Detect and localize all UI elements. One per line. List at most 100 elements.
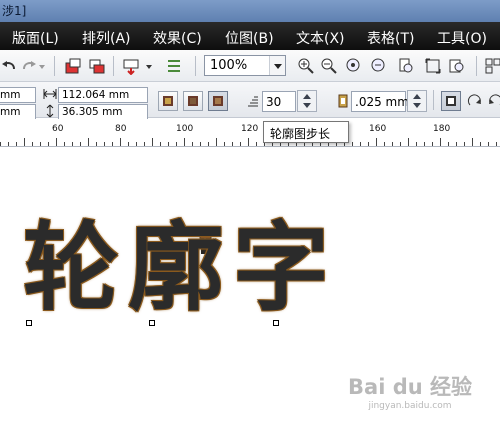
ruler-tick bbox=[480, 142, 481, 146]
contour-offset-stepper[interactable] bbox=[407, 90, 427, 112]
horizontal-ruler[interactable]: 60 80 100 120 140 160 180 bbox=[0, 119, 500, 147]
contour-to-center-button[interactable] bbox=[158, 91, 178, 111]
toolbar-separator bbox=[476, 56, 477, 76]
tooltip-text: 轮廓图步长 bbox=[270, 127, 331, 141]
zoom-selected-icon[interactable] bbox=[345, 57, 363, 75]
zoom-in-icon[interactable] bbox=[297, 57, 315, 75]
height-arrow-icon bbox=[46, 104, 54, 118]
ruler-label: 60 bbox=[52, 124, 64, 134]
ruler-tick bbox=[104, 142, 105, 146]
toolbar-separator bbox=[54, 56, 55, 76]
contour-outside-button[interactable] bbox=[208, 91, 228, 111]
ruler-tick bbox=[472, 138, 473, 146]
property-bar: mm mm 112.064 mm 36.305 mm 30 .025 mm bbox=[0, 82, 500, 120]
ruler-tick bbox=[464, 142, 465, 146]
watermark-url: jingyan.baidu.com bbox=[368, 401, 452, 411]
ruler-tick bbox=[16, 142, 17, 146]
ruler-tick bbox=[424, 142, 425, 146]
app-launcher-icon[interactable] bbox=[484, 57, 500, 75]
ruler-tick bbox=[352, 142, 353, 146]
contour-steps-field[interactable]: 30 bbox=[262, 91, 296, 112]
menu-text[interactable]: 文本(X) bbox=[296, 28, 345, 48]
ruler-tick bbox=[96, 142, 97, 146]
drawing-canvas[interactable]: 轮廓字 Bai du 经验 jingyan.baidu.com bbox=[0, 148, 500, 421]
menu-arrange[interactable]: 排列(A) bbox=[82, 28, 131, 48]
zoom-level-select[interactable]: 100% bbox=[204, 55, 286, 76]
ruler-tick bbox=[488, 142, 489, 146]
ruler-tick bbox=[216, 138, 217, 146]
ruler-tick bbox=[240, 142, 241, 146]
ruler-tick bbox=[80, 142, 81, 146]
ruler-tick bbox=[56, 138, 57, 146]
ruler-tick bbox=[376, 138, 377, 146]
import-icon[interactable] bbox=[64, 57, 82, 75]
ruler-tick bbox=[64, 142, 65, 146]
ruler-tick bbox=[152, 138, 153, 146]
redo-dropdown-icon[interactable] bbox=[38, 57, 46, 75]
ruler-tick bbox=[112, 142, 113, 146]
ruler-tick bbox=[360, 142, 361, 146]
contour-steps-icon bbox=[248, 96, 258, 107]
object-height-field[interactable]: 36.305 mm bbox=[58, 104, 148, 120]
ruler-tick bbox=[48, 142, 49, 146]
zoom-out-icon[interactable] bbox=[320, 57, 338, 75]
selection-handle[interactable] bbox=[26, 320, 32, 326]
menu-bar: 版面(L) 排列(A) 效果(C) 位图(B) 文本(X) 表格(T) 工具(O… bbox=[0, 22, 500, 50]
ruler-tick bbox=[440, 138, 441, 146]
menu-effects[interactable]: 效果(C) bbox=[153, 28, 202, 48]
toolbar-separator bbox=[113, 56, 114, 76]
ruler-tick bbox=[40, 142, 41, 146]
chevron-down-icon[interactable] bbox=[269, 56, 285, 75]
ruler-tick bbox=[432, 142, 433, 146]
tooltip: 轮廓图步长 bbox=[263, 121, 349, 143]
selection-handle[interactable] bbox=[273, 320, 279, 326]
contour-offset-field[interactable]: .025 mm bbox=[351, 91, 409, 112]
ruler-tick bbox=[200, 142, 201, 146]
zoom-all-icon[interactable] bbox=[370, 57, 388, 75]
ruler-tick bbox=[384, 142, 385, 146]
menu-layout[interactable]: 版面(L) bbox=[12, 28, 59, 48]
ruler-tick bbox=[496, 142, 497, 146]
ruler-tick bbox=[168, 142, 169, 146]
ruler-tick bbox=[208, 142, 209, 146]
ruler-label: 180 bbox=[433, 124, 451, 134]
x-position-field[interactable]: mm bbox=[0, 87, 36, 103]
export-icon[interactable] bbox=[88, 57, 106, 75]
menu-tools[interactable]: 工具(O) bbox=[437, 28, 487, 48]
menu-table[interactable]: 表格(T) bbox=[367, 28, 414, 48]
publish-icon[interactable] bbox=[122, 57, 140, 75]
contour-counterclockwise-icon[interactable] bbox=[487, 93, 500, 109]
ruler-tick bbox=[416, 142, 417, 146]
zoom-page-icon[interactable] bbox=[397, 57, 415, 75]
options-icon[interactable] bbox=[165, 57, 183, 75]
ruler-tick bbox=[0, 142, 1, 146]
standard-toolbar: 100% bbox=[0, 50, 500, 82]
toolbar-separator bbox=[195, 56, 196, 76]
publish-dropdown-icon[interactable] bbox=[145, 57, 153, 75]
contour-clockwise-icon[interactable] bbox=[467, 93, 483, 109]
ruler-tick bbox=[176, 142, 177, 146]
object-width-field[interactable]: 112.064 mm bbox=[58, 87, 148, 103]
ruler-tick bbox=[224, 142, 225, 146]
y-position-field[interactable]: mm bbox=[0, 104, 36, 120]
zoom-level-value: 100% bbox=[210, 58, 248, 73]
ruler-tick bbox=[256, 142, 257, 146]
contour-steps-stepper[interactable] bbox=[297, 90, 317, 112]
ruler-tick bbox=[120, 138, 121, 146]
zoom-width-icon[interactable] bbox=[448, 57, 466, 75]
redo-icon[interactable] bbox=[20, 57, 38, 75]
zoom-fit-icon[interactable] bbox=[424, 57, 442, 75]
selection-handle[interactable] bbox=[149, 320, 155, 326]
contour-offset-icon bbox=[338, 94, 348, 108]
contour-linear-color-button[interactable] bbox=[441, 91, 461, 111]
ruler-tick bbox=[392, 142, 393, 146]
contour-inside-button[interactable] bbox=[183, 91, 203, 111]
undo-icon[interactable] bbox=[0, 57, 18, 75]
menu-bitmaps[interactable]: 位图(B) bbox=[225, 28, 274, 48]
ruler-tick bbox=[24, 138, 25, 146]
ruler-label: 160 bbox=[369, 124, 387, 134]
ruler-tick bbox=[408, 138, 409, 146]
contour-text-object[interactable]: 轮廓字 bbox=[23, 220, 338, 316]
ruler-tick bbox=[128, 142, 129, 146]
ruler-tick bbox=[144, 142, 145, 146]
